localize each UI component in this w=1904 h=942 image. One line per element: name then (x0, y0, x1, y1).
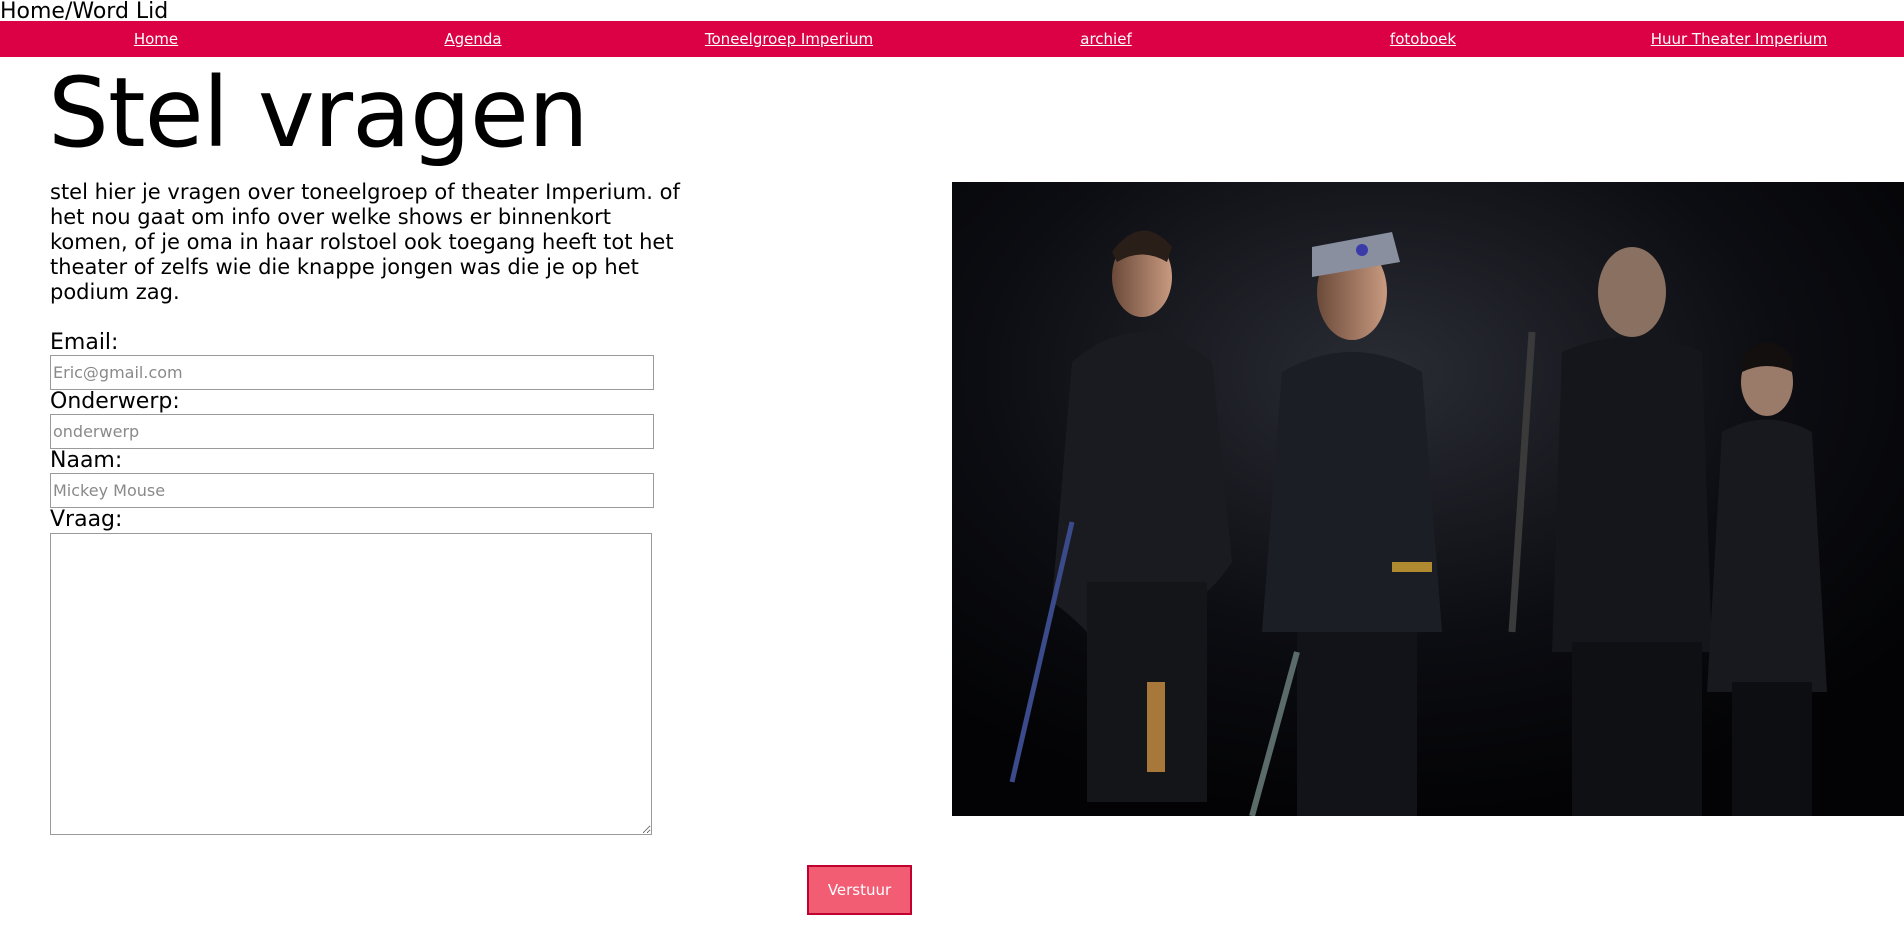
main-navbar: Home Agenda Toneelgroep Imperium archief… (0, 21, 1904, 57)
page-title: Stel vragen (48, 57, 589, 169)
nav-link-agenda[interactable]: Agenda (444, 21, 501, 57)
name-field[interactable] (50, 473, 654, 508)
subject-field[interactable] (50, 414, 654, 449)
submit-button[interactable]: Verstuur (807, 865, 912, 915)
question-label: Vraag: (50, 507, 123, 532)
intro-text: stel hier je vragen over toneelgroep of … (50, 180, 680, 304)
name-label: Naam: (50, 448, 123, 473)
theater-cast-photo (952, 182, 1904, 816)
nav-link-huur-theater-imperium[interactable]: Huur Theater Imperium (1651, 21, 1828, 57)
nav-link-toneelgroep-imperium[interactable]: Toneelgroep Imperium (705, 21, 873, 57)
email-field[interactable] (50, 355, 654, 390)
question-textarea[interactable] (50, 533, 652, 835)
email-label: Email: (50, 330, 119, 355)
nav-link-archief[interactable]: archief (1080, 21, 1131, 57)
nav-link-home[interactable]: Home (134, 21, 178, 57)
theater-cast-photo-art (952, 182, 1904, 816)
nav-link-fotoboek[interactable]: fotoboek (1390, 21, 1456, 57)
subject-label: Onderwerp: (50, 389, 180, 414)
